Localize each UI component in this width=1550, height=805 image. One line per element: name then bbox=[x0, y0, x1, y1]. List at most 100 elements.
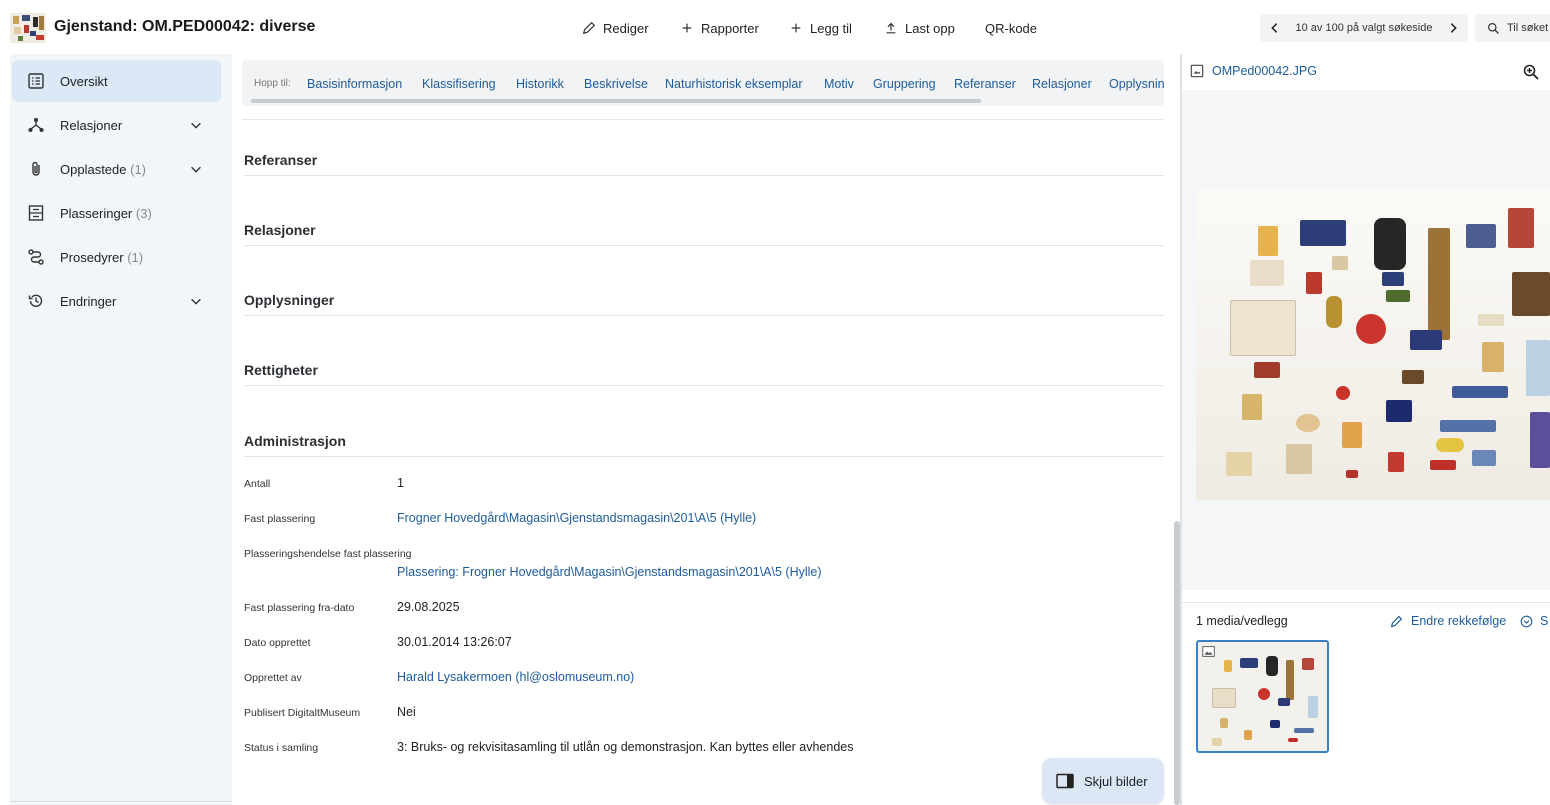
media-thumbnail[interactable] bbox=[1196, 640, 1329, 753]
show-more-button[interactable]: S bbox=[1520, 614, 1548, 628]
field-label-status: Status i samling bbox=[244, 742, 319, 754]
pencil-icon bbox=[1390, 615, 1403, 627]
main-content: Hopp til: Basisinformasjon Klassifiserin… bbox=[232, 54, 1180, 805]
field-value-dato-opprettet: 30.01.2014 13:26:07 bbox=[397, 635, 512, 649]
section-title-administrasjon: Administrasjon bbox=[244, 433, 346, 449]
sidebar-item-oversikt[interactable]: Oversikt bbox=[12, 60, 221, 102]
jump-link-historikk[interactable]: Historikk bbox=[516, 77, 564, 91]
sidebar-item-label: Opplastede (1) bbox=[60, 161, 147, 177]
chevron-down-icon[interactable] bbox=[189, 294, 203, 308]
media-count: 1 media/vedlegg bbox=[1196, 614, 1288, 628]
reports-button[interactable]: Rapporter bbox=[680, 16, 759, 40]
field-label-plasseringshendelse: Plasseringshendelse fast plassering bbox=[244, 548, 412, 560]
jump-link-referanser[interactable]: Referanser bbox=[954, 77, 1016, 91]
image-file-icon bbox=[1190, 64, 1204, 78]
circle-chevron-icon bbox=[1520, 615, 1533, 627]
pencil-icon bbox=[582, 21, 596, 35]
field-label-antall: Antall bbox=[244, 478, 271, 490]
top-bar: Gjenstand: OM.PED00042: diverse Rediger … bbox=[0, 0, 1550, 54]
jump-link-opplysninger[interactable]: Opplysninger bbox=[1109, 77, 1164, 91]
list-icon bbox=[27, 72, 45, 90]
sidebar-item-label: Prosedyrer (1) bbox=[60, 249, 144, 265]
hide-images-button[interactable]: Skjul bilder bbox=[1042, 758, 1164, 804]
chevron-right-icon[interactable] bbox=[1446, 21, 1460, 35]
object-thumbnail bbox=[10, 13, 46, 43]
sidebar-item-label: Endringer bbox=[60, 293, 117, 309]
jump-to-label: Hopp til: bbox=[254, 78, 291, 89]
add-button[interactable]: Legg til bbox=[789, 16, 852, 40]
jump-link-motiv[interactable]: Motiv bbox=[824, 77, 854, 91]
divider bbox=[244, 315, 1164, 316]
field-label-fast-plassering: Fast plassering bbox=[244, 513, 316, 525]
field-value-plasseringshendelse-link[interactable]: Plassering: Frogner Hovedgård\Magasin\Gj… bbox=[397, 565, 822, 579]
divider bbox=[244, 175, 1164, 176]
page-title: Gjenstand: OM.PED00042: diverse bbox=[54, 18, 316, 35]
jump-link-relasjoner[interactable]: Relasjoner bbox=[1032, 77, 1092, 91]
sidebar-divider bbox=[10, 801, 232, 802]
field-value-publisert: Nei bbox=[397, 705, 416, 719]
zoom-in-icon[interactable] bbox=[1522, 63, 1540, 81]
sidebar-item-plasseringer[interactable]: Plasseringer (3) bbox=[12, 192, 221, 234]
section-title-referanser: Referanser bbox=[244, 152, 318, 168]
sidebar-item-label: Relasjoner bbox=[60, 117, 123, 133]
jump-bar-scrollbar[interactable] bbox=[251, 99, 981, 103]
chevron-down-icon[interactable] bbox=[189, 118, 203, 132]
section-title-rettigheter: Rettigheter bbox=[244, 362, 318, 378]
image-icon bbox=[1202, 646, 1215, 657]
jump-link-gruppering[interactable]: Gruppering bbox=[873, 77, 936, 91]
sidebar-item-prosedyrer[interactable]: Prosedyrer (1) bbox=[12, 236, 221, 278]
shelf-icon bbox=[27, 204, 45, 222]
media-header: OMPed00042.JPG bbox=[1182, 54, 1550, 90]
plus-icon bbox=[791, 23, 801, 33]
sidebar: Oversikt Relasjoner Opplastede (1) Plass… bbox=[10, 54, 232, 805]
chevron-left-icon[interactable] bbox=[1268, 21, 1282, 35]
sidebar-item-relasjoner[interactable]: Relasjoner bbox=[12, 104, 221, 146]
app-window: Gjenstand: OM.PED00042: diverse Rediger … bbox=[0, 0, 1550, 805]
back-to-search-label: Til søket bbox=[1507, 22, 1549, 34]
field-value-fast-plassering-link[interactable]: Frogner Hovedgård\Magasin\Gjenstandsmaga… bbox=[397, 511, 756, 525]
section-title-opplysninger: Opplysninger bbox=[244, 292, 335, 308]
jump-link-beskrivelse[interactable]: Beskrivelse bbox=[584, 77, 648, 91]
jump-link-klassifisering[interactable]: Klassifisering bbox=[422, 77, 496, 91]
jump-link-naturhistorisk-eksemplar[interactable]: Naturhistorisk eksemplar bbox=[665, 77, 803, 91]
divider bbox=[244, 245, 1164, 246]
divider bbox=[244, 385, 1164, 386]
field-label-publisert: Publisert DigitaltMuseum bbox=[244, 707, 361, 719]
field-value-antall: 1 bbox=[397, 476, 404, 490]
route-icon bbox=[27, 248, 45, 266]
sidebar-item-label: Oversikt bbox=[60, 73, 108, 89]
jump-to-bar: Hopp til: Basisinformasjon Klassifiserin… bbox=[242, 60, 1164, 106]
media-filename[interactable]: OMPed00042.JPG bbox=[1212, 64, 1317, 78]
chevron-down-icon[interactable] bbox=[189, 162, 203, 176]
divider bbox=[1182, 602, 1550, 603]
field-value-opprettet-av-link[interactable]: Harald Lysakermoen (hl@oslomuseum.no) bbox=[397, 670, 634, 684]
field-value-fra-dato: 29.08.2025 bbox=[397, 600, 460, 614]
upload-icon bbox=[886, 22, 896, 34]
back-to-search-button[interactable]: Til søket bbox=[1475, 14, 1550, 42]
reorder-label: Endre rekkefølge bbox=[1411, 614, 1507, 628]
show-more-label: S bbox=[1540, 614, 1549, 628]
upload-button[interactable]: Last opp bbox=[884, 16, 955, 40]
sidebar-item-opplastede[interactable]: Opplastede (1) bbox=[12, 148, 221, 190]
sidebar-item-label: Plasseringer (3) bbox=[60, 205, 152, 221]
image-preview-area bbox=[1182, 90, 1550, 590]
object-photo[interactable] bbox=[1196, 190, 1550, 500]
history-icon bbox=[27, 292, 45, 310]
sidebar-item-count: (1) bbox=[130, 161, 147, 177]
field-label-opprettet-av: Opprettet av bbox=[244, 672, 302, 684]
jump-link-basisinformasjon[interactable]: Basisinformasjon bbox=[307, 77, 402, 91]
field-label-fra-dato: Fast plassering fra-dato bbox=[244, 602, 355, 614]
media-panel: OMPed00042.JPG 1 media/vedlegg Endre rek… bbox=[1182, 54, 1550, 805]
sidebar-item-endringer[interactable]: Endringer bbox=[12, 280, 221, 322]
sidebar-item-count: (1) bbox=[127, 249, 144, 265]
plus-icon bbox=[682, 23, 692, 33]
search-icon bbox=[1488, 22, 1499, 34]
field-label-dato-opprettet: Dato opprettet bbox=[244, 637, 311, 649]
side-panel-icon bbox=[1056, 773, 1074, 789]
edit-button[interactable]: Rediger bbox=[582, 16, 649, 40]
hide-images-label: Skjul bilder bbox=[1084, 773, 1148, 789]
qr-code-button[interactable]: QR-kode bbox=[985, 16, 1037, 40]
pager-text: 10 av 100 på valgt søkeside bbox=[1295, 22, 1433, 34]
reorder-button[interactable]: Endre rekkefølge bbox=[1390, 614, 1506, 628]
upload-button-label: Last opp bbox=[905, 20, 955, 36]
